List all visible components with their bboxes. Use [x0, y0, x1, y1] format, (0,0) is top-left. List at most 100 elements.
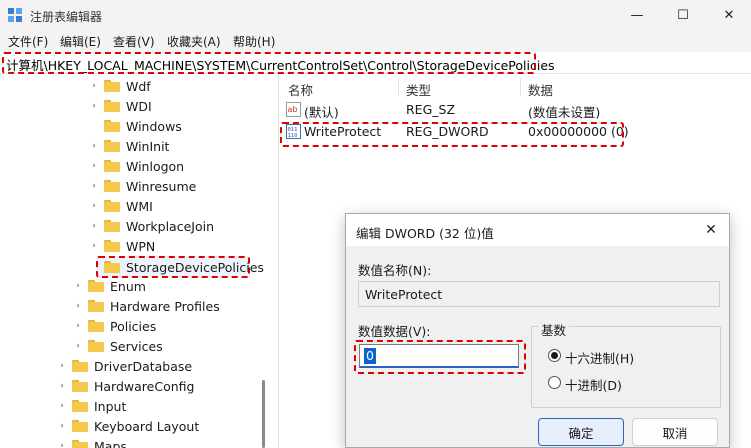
chevron-right-icon[interactable]: ›	[56, 380, 68, 392]
column-header-name[interactable]: 名称	[288, 80, 313, 99]
base-group-label: 基数	[538, 320, 570, 339]
minimize-button[interactable]: —	[614, 0, 660, 30]
folder-icon	[72, 440, 88, 448]
tree-item-input[interactable]: › Input	[56, 396, 126, 416]
chevron-right-icon[interactable]: ›	[88, 220, 100, 232]
close-button[interactable]: ✕	[706, 0, 751, 30]
tree-scrollbar-thumb[interactable]	[262, 380, 265, 448]
dialog-title: 编辑 DWORD (32 位)值	[356, 226, 494, 241]
radio-decimal-label[interactable]: 十进制(D)	[565, 375, 622, 394]
menu-bar: 文件(F) 编辑(E) 查看(V) 收藏夹(A) 帮助(H)	[0, 30, 751, 52]
chevron-right-icon[interactable]: ›	[72, 300, 84, 312]
tree-item-winlogon[interactable]: › Winlogon	[88, 156, 184, 176]
value-data-highlight-annotation	[354, 340, 526, 374]
tree-item-wmi[interactable]: › WMI	[88, 196, 153, 216]
chevron-right-icon[interactable]: ›	[56, 360, 68, 372]
tree-item-services[interactable]: › Services	[72, 336, 163, 356]
folder-icon	[88, 300, 104, 312]
ok-button[interactable]: 确定	[538, 418, 624, 446]
tree-item-wdf[interactable]: › Wdf	[88, 76, 151, 96]
chevron-right-icon[interactable]: ›	[88, 140, 100, 152]
menu-favorites[interactable]: 收藏夹(A)	[167, 33, 221, 50]
tree-item-wdi[interactable]: › WDI	[88, 96, 151, 116]
minimize-icon: —	[630, 7, 644, 23]
folder-icon	[104, 220, 120, 232]
chevron-right-icon[interactable]: ›	[88, 160, 100, 172]
maximize-icon: ☐	[677, 7, 689, 23]
menu-edit[interactable]: 编辑(E)	[60, 33, 101, 50]
tree-item-keyboard-layout[interactable]: › Keyboard Layout	[56, 416, 199, 436]
chevron-right-icon[interactable]: ›	[88, 100, 100, 112]
folder-icon	[88, 280, 104, 292]
chevron-right-icon[interactable]: ›	[88, 200, 100, 212]
folder-icon	[104, 180, 120, 192]
tree-item-hardware-profiles[interactable]: › Hardware Profiles	[72, 296, 220, 316]
radio-decimal[interactable]	[548, 376, 561, 389]
tree-item-winresume[interactable]: › Winresume	[88, 176, 196, 196]
menu-view[interactable]: 查看(V)	[113, 33, 155, 50]
address-bar[interactable]: 计算机\HKEY_LOCAL_MACHINE\SYSTEM\CurrentCon…	[0, 52, 751, 74]
chevron-right-icon[interactable]: ›	[88, 80, 100, 92]
maximize-button[interactable]: ☐	[660, 0, 706, 30]
chevron-right-icon[interactable]: ›	[72, 320, 84, 332]
folder-icon	[104, 140, 120, 152]
column-divider[interactable]	[520, 78, 521, 96]
tree-item-driverdatabase[interactable]: › DriverDatabase	[56, 356, 192, 376]
tree-item-hardwareconfig[interactable]: › HardwareConfig	[56, 376, 194, 396]
tree-item-maps[interactable]: › Maps	[56, 436, 127, 448]
radio-hexadecimal[interactable]	[548, 349, 561, 362]
chevron-right-icon[interactable]: ›	[72, 340, 84, 352]
tree-item-policies[interactable]: › Policies	[72, 316, 156, 336]
folder-icon	[104, 200, 120, 212]
folder-icon	[72, 380, 88, 392]
folder-icon	[104, 100, 120, 112]
title-bar: 注册表编辑器 — ☐ ✕	[0, 0, 751, 30]
dialog-title-bar[interactable]: 编辑 DWORD (32 位)值 ✕	[346, 214, 729, 246]
tree-item-enum[interactable]: › Enum	[72, 276, 146, 296]
chevron-right-icon[interactable]: ›	[88, 180, 100, 192]
registry-editor-icon	[8, 8, 22, 22]
pane-splitter[interactable]	[278, 74, 279, 448]
chevron-right-icon[interactable]: ›	[56, 440, 68, 448]
chevron-right-icon[interactable]: ›	[88, 240, 100, 252]
chevron-right-icon[interactable]: ›	[56, 400, 68, 412]
cancel-button[interactable]: 取消	[632, 418, 718, 446]
registry-tree[interactable]: › Wdf › WDI Windows › WinInit › Winlogon…	[0, 74, 278, 448]
menu-help[interactable]: 帮助(H)	[233, 33, 275, 50]
folder-icon	[88, 320, 104, 332]
folder-icon	[104, 120, 120, 132]
folder-icon	[104, 240, 120, 252]
tree-item-storagedevicepolicies[interactable]: StorageDevicePolicies	[88, 257, 264, 277]
column-header-type[interactable]: 类型	[406, 80, 431, 99]
close-icon: ✕	[705, 222, 717, 238]
folder-icon	[72, 420, 88, 432]
folder-icon	[104, 160, 120, 172]
chevron-right-icon[interactable]: ›	[72, 280, 84, 292]
tree-item-wpn[interactable]: › WPN	[88, 236, 155, 256]
tree-item-wininit[interactable]: › WinInit	[88, 136, 169, 156]
tree-item-windows[interactable]: Windows	[88, 116, 182, 136]
svg-text:ab: ab	[288, 105, 298, 114]
folder-icon	[104, 261, 120, 273]
column-header-data[interactable]: 数据	[528, 80, 553, 99]
value-name-field: WriteProtect	[358, 281, 720, 307]
folder-icon	[72, 360, 88, 372]
value-type: REG_SZ	[406, 102, 456, 117]
value-data-label: 数值数据(V):	[358, 324, 431, 339]
column-divider[interactable]	[398, 78, 399, 96]
dialog-close-button[interactable]: ✕	[697, 218, 725, 242]
writeprotect-highlight-annotation	[280, 122, 624, 147]
string-value-icon: ab	[286, 102, 301, 117]
list-item-default[interactable]: ab (默认) REG_SZ (数值未设置)	[280, 100, 751, 120]
radio-hexadecimal-label[interactable]: 十六进制(H)	[565, 348, 634, 367]
chevron-right-icon[interactable]: ›	[56, 420, 68, 432]
menu-file[interactable]: 文件(F)	[8, 33, 48, 50]
window-title: 注册表编辑器	[30, 10, 103, 24]
tree-item-workplacejoin[interactable]: › WorkplaceJoin	[88, 216, 214, 236]
value-data: (数值未设置)	[528, 105, 601, 120]
close-icon: ✕	[723, 7, 735, 23]
folder-icon	[104, 80, 120, 92]
value-name-label: 数值名称(N):	[358, 263, 432, 278]
